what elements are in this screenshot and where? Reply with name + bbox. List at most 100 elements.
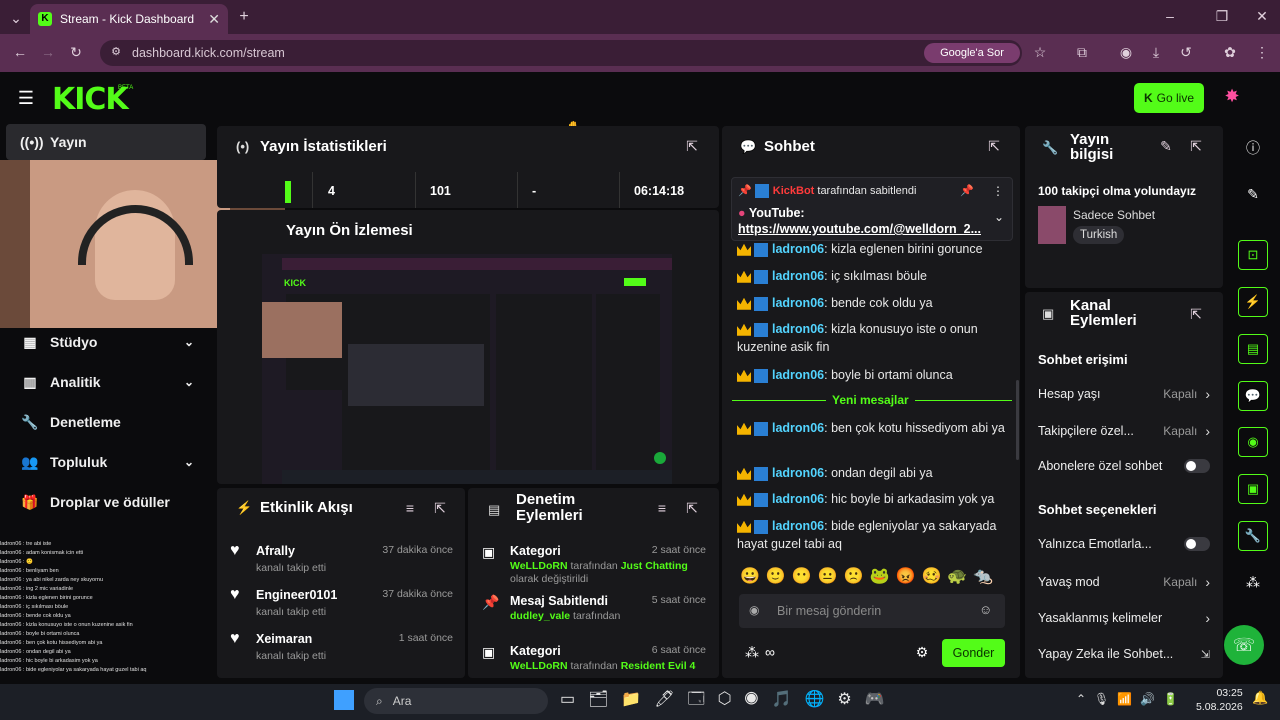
rail-doc-button[interactable]: ▤: [1238, 334, 1268, 364]
emoji-icon[interactable]: ☺: [979, 602, 992, 617]
pinned-message: 📌 KickBot tarafından sabitlendi 📌 ⋮ ● Yo…: [731, 177, 1013, 241]
sidebar-item-label: Yayın: [50, 134, 87, 150]
menu-dots-icon[interactable]: ⋮: [1252, 44, 1272, 61]
sidebar-item-yayin[interactable]: ((•)) Yayın: [8, 124, 204, 160]
bookmark-star-icon[interactable]: ☆: [1030, 44, 1050, 61]
history-icon[interactable]: ↺: [1176, 44, 1196, 61]
browser-tab[interactable]: K Stream - Kick Dashboard ✕: [30, 4, 228, 34]
popout-icon[interactable]: ⇱: [430, 500, 450, 517]
close-tab-icon[interactable]: ✕: [208, 11, 220, 28]
chat-message: ladron06: ben çok kotu hissediyom abi ya: [737, 419, 1007, 437]
sidebar-item-topluluk[interactable]: 👥 Topluluk ⌄: [8, 444, 204, 480]
minimize-icon[interactable]: –: [1160, 8, 1180, 24]
user-avatar[interactable]: ✸: [1222, 86, 1242, 107]
tray-icons[interactable]: ⌃🎙📶🔊🔋: [1076, 692, 1186, 706]
preview-fab: [654, 452, 666, 464]
setting-row[interactable]: Yalnızca Emotlarla...: [1038, 537, 1210, 551]
sidebar-item-analitik[interactable]: ▥ Analitik ⌄: [8, 364, 204, 400]
rail-points-icon[interactable]: ⁂: [1243, 574, 1263, 591]
setting-row[interactable]: Hesap yaşı Kapalı ›: [1038, 386, 1210, 402]
setting-row[interactable]: Abonelere özel sohbet: [1038, 459, 1210, 473]
mod-mid: tarafından: [567, 660, 621, 672]
notification-bell-icon[interactable]: 🔔: [1252, 690, 1268, 706]
setting-row[interactable]: Yapay Zeka ile Sohbet... ⇲: [1038, 647, 1210, 661]
setting-row[interactable]: Yasaklanmış kelimeler ›: [1038, 610, 1210, 626]
chat-username[interactable]: ladron06: [772, 322, 824, 336]
filter-icon[interactable]: ≡: [400, 500, 420, 516]
reload-icon[interactable]: ↻: [66, 44, 86, 61]
hamburger-menu-icon[interactable]: ☰: [16, 88, 36, 109]
chat-username[interactable]: ladron06: [772, 368, 824, 382]
rail-screen-button[interactable]: ⊡: [1238, 240, 1268, 270]
support-fab[interactable]: ☏: [1224, 625, 1264, 665]
url-field[interactable]: dashboard.kick.com/stream: [100, 40, 1022, 66]
chat-username[interactable]: ladron06: [772, 296, 824, 310]
points-icon[interactable]: ⁂: [742, 644, 762, 661]
chat-username[interactable]: ladron06: [772, 492, 824, 506]
maximize-icon[interactable]: ❐: [1212, 8, 1232, 25]
go-live-button[interactable]: K Go live: [1134, 83, 1204, 113]
rail-channel-button[interactable]: ▣: [1238, 474, 1268, 504]
info-icon[interactable]: ⓘ: [1243, 138, 1263, 158]
site-info-icon[interactable]: ⚙: [106, 45, 126, 58]
popout-icon[interactable]: ⇱: [984, 138, 1004, 155]
clock[interactable]: 03:25 5.08.2026: [1196, 686, 1243, 714]
taskbar-apps[interactable]: ▭🗂📁🖊🗔⬡◉🎵🌐⚙🎮: [560, 688, 898, 715]
tab-search-icon[interactable]: ⌄: [6, 10, 26, 27]
chat-username[interactable]: ladron06: [772, 242, 824, 256]
chat-input[interactable]: ◉ Bir mesaj gönderin ☺: [739, 594, 1005, 628]
popout-icon[interactable]: ⇱: [1186, 138, 1206, 155]
sidebar-item-studyo[interactable]: ▦ Stüdyo ⌄: [8, 324, 204, 360]
filter-icon[interactable]: ≡: [652, 500, 672, 516]
kick-logo[interactable]: KICK: [52, 82, 129, 117]
download-icon[interactable]: ⤓: [1146, 44, 1166, 61]
chat-username[interactable]: ladron06: [772, 269, 824, 283]
incognito-icon[interactable]: ◉: [1116, 44, 1136, 61]
chat-scrollbar[interactable]: [1016, 380, 1019, 460]
toggle-switch[interactable]: [1183, 537, 1210, 551]
mod-time: 2 saat önce: [651, 544, 706, 556]
emote-bar[interactable]: 😀🙂😶😐🙁🐸😡🥴🐢🐀: [740, 566, 1010, 592]
setting-value: Kapalı: [1163, 575, 1198, 589]
forward-icon[interactable]: →: [38, 44, 58, 60]
chat-username[interactable]: ladron06: [772, 466, 824, 480]
profile-avatar-icon[interactable]: ✿: [1220, 44, 1240, 61]
preview-chat: [496, 294, 592, 470]
ask-google-label: Google'a Sor: [940, 47, 1004, 59]
setting-row[interactable]: Yavaş mod Kapalı ›: [1038, 574, 1210, 590]
kick-badge-icon: [754, 421, 768, 436]
send-button[interactable]: Gonder: [942, 639, 1005, 667]
infinity-icon[interactable]: ∞: [760, 644, 780, 660]
edit-icon[interactable]: ✎: [1243, 186, 1263, 203]
unpin-icon[interactable]: 📌: [960, 184, 974, 197]
toggle-switch[interactable]: [1184, 459, 1210, 473]
overlay-line: ladron06 : kizla eglenen birini gorunce: [0, 595, 93, 601]
chat-username[interactable]: ladron06: [772, 519, 824, 533]
sidebar-item-droplar[interactable]: 🎁 Droplar ve ödüller: [8, 484, 204, 520]
window-close-icon[interactable]: ✕: [1252, 8, 1272, 25]
sidebar-item-denetleme[interactable]: 🔧 Denetleme: [8, 404, 204, 440]
setting-row[interactable]: Takipçilere özel... Kapalı ›: [1038, 423, 1210, 439]
popout-icon[interactable]: ⇱: [682, 500, 702, 517]
more-icon[interactable]: ⋮: [992, 184, 1004, 198]
chevron-down-icon[interactable]: ⌄: [994, 210, 1004, 224]
popout-icon[interactable]: ⇱: [1186, 306, 1206, 323]
new-tab-icon[interactable]: +: [234, 8, 254, 26]
rail-chat-button[interactable]: 💬: [1238, 381, 1268, 411]
taskbar-search[interactable]: ⌕ Ara: [364, 688, 548, 714]
pinned-link[interactable]: https://www.youtube.com/@welldorn_2...: [738, 222, 981, 236]
activity-time: 1 saat önce: [398, 632, 453, 644]
popout-icon[interactable]: ⇱: [682, 138, 702, 155]
ask-google-button[interactable]: Google'a Sor: [924, 43, 1020, 63]
extensions-icon[interactable]: ⧉: [1072, 44, 1092, 61]
chat-username[interactable]: ladron06: [772, 421, 824, 435]
heart-icon: ♥: [230, 630, 240, 647]
rail-wrench-button[interactable]: 🔧: [1238, 521, 1268, 551]
chat-settings-gear-icon[interactable]: ⚙: [912, 644, 932, 661]
back-icon[interactable]: ←: [10, 44, 30, 60]
rail-bolt-button[interactable]: ⚡: [1238, 287, 1268, 317]
rail-broadcast-button[interactable]: ◉: [1238, 427, 1268, 457]
edit-pencil-icon[interactable]: ✎: [1156, 138, 1176, 155]
windows-start-icon[interactable]: [334, 690, 354, 710]
activity-name: Afrally: [256, 544, 295, 558]
